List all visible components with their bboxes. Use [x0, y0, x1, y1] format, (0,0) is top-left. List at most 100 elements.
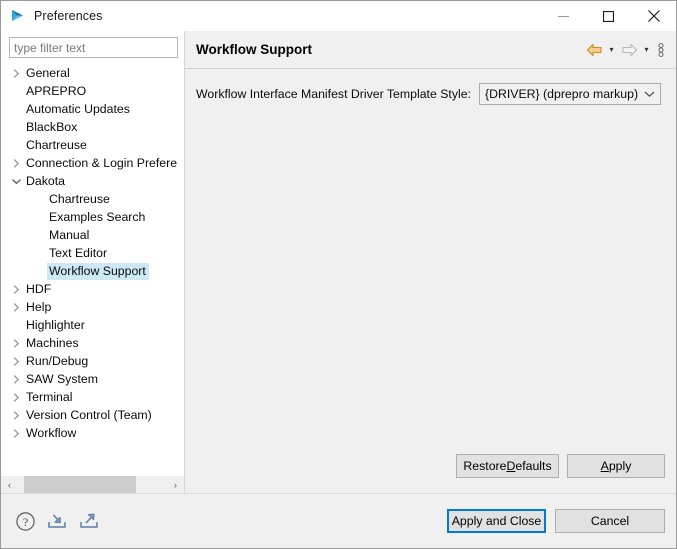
dialog-bottom-bar: ? Apply and Close Cancel [1, 493, 676, 548]
tree-item-highlighter[interactable]: Highlighter [1, 316, 184, 334]
chevron-right-icon[interactable] [8, 68, 24, 79]
title-bar: Preferences [1, 1, 676, 31]
tree-item-label: Manual [47, 227, 92, 244]
maximize-button[interactable] [586, 1, 631, 31]
preference-tree[interactable]: GeneralAPREPROAutomatic UpdatesBlackBoxC… [1, 63, 184, 475]
scroll-left-arrow-icon[interactable]: ‹ [1, 476, 18, 493]
tree-item-label: APREPRO [24, 83, 89, 100]
tree-item-machines[interactable]: Machines [1, 334, 184, 352]
chevron-right-icon[interactable] [8, 284, 24, 295]
window-controls [541, 1, 676, 31]
view-menu-icon[interactable] [654, 39, 668, 61]
tree-item-general[interactable]: General [1, 64, 184, 82]
forward-arrow-icon[interactable] [619, 39, 639, 61]
back-arrow-icon[interactable] [584, 39, 604, 61]
tree-item-label: Workflow Support [47, 263, 149, 280]
driver-template-style-field: Workflow Interface Manifest Driver Templ… [196, 83, 664, 105]
chevron-right-icon[interactable] [8, 374, 24, 385]
preference-tree-panel: GeneralAPREPROAutomatic UpdatesBlackBoxC… [1, 31, 185, 493]
minimize-button[interactable] [541, 1, 586, 31]
preference-page-panel: Workflow Support ▾ ▾ [185, 31, 676, 493]
page-header: Workflow Support ▾ ▾ [185, 31, 676, 69]
tree-item-label: Machines [24, 335, 82, 352]
apply-button[interactable]: Apply [567, 454, 665, 478]
search-input[interactable] [9, 37, 178, 58]
driver-template-style-label: Workflow Interface Manifest Driver Templ… [196, 87, 471, 101]
tree-item-chartreuse[interactable]: Chartreuse [1, 136, 184, 154]
dialog-buttons: Apply and Close Cancel [447, 509, 665, 533]
restore-defaults-button[interactable]: Restore Defaults [456, 454, 559, 478]
tree-item-aprepro[interactable]: APREPRO [1, 82, 184, 100]
tree-item-text-editor[interactable]: Text Editor [1, 244, 184, 262]
preferences-dialog: Preferences GeneralAPREPROAutomatic Upda… [0, 0, 677, 549]
restore-defaults-pre: Restore [463, 459, 506, 473]
tree-item-help[interactable]: Help [1, 298, 184, 316]
tree-item-label: Help [24, 299, 54, 316]
tree-item-version-control-team[interactable]: Version Control (Team) [1, 406, 184, 424]
dialog-body: GeneralAPREPROAutomatic UpdatesBlackBoxC… [1, 31, 676, 493]
help-icon[interactable]: ? [15, 511, 36, 532]
chevron-right-icon[interactable] [8, 428, 24, 439]
tree-item-label: Run/Debug [24, 353, 91, 370]
tree-item-blackbox[interactable]: BlackBox [1, 118, 184, 136]
restore-defaults-post: efaults [515, 459, 551, 473]
back-history-chevron-down-icon[interactable]: ▾ [605, 39, 618, 61]
tree-item-label: Dakota [24, 173, 68, 190]
tree-item-chartreuse[interactable]: Chartreuse [1, 190, 184, 208]
tree-item-label: Highlighter [24, 317, 88, 334]
tree-item-automatic-updates[interactable]: Automatic Updates [1, 100, 184, 118]
page-content: Workflow Interface Manifest Driver Templ… [185, 69, 676, 449]
svg-text:?: ? [23, 515, 28, 529]
chevron-right-icon[interactable] [8, 338, 24, 349]
chevron-right-icon[interactable] [8, 356, 24, 367]
driver-template-style-select[interactable]: {DRIVER} (dprepro markup) [479, 83, 661, 105]
tree-item-label: Version Control (Team) [24, 407, 155, 424]
page-title: Workflow Support [196, 42, 584, 57]
tree-item-terminal[interactable]: Terminal [1, 388, 184, 406]
forward-history-chevron-down-icon[interactable]: ▾ [640, 39, 653, 61]
export-icon[interactable] [78, 511, 100, 531]
tree-item-label: Connection & Login Prefere [24, 155, 180, 172]
chevron-right-icon[interactable] [8, 392, 24, 403]
tree-item-label: Chartreuse [47, 191, 113, 208]
tree-item-run-debug[interactable]: Run/Debug [1, 352, 184, 370]
tree-item-examples-search[interactable]: Examples Search [1, 208, 184, 226]
cancel-button[interactable]: Cancel [555, 509, 665, 533]
tree-horizontal-scrollbar[interactable]: ‹ › [1, 475, 184, 493]
tree-item-label: BlackBox [24, 119, 80, 136]
tree-item-label: Terminal [24, 389, 75, 406]
chevron-down-icon[interactable] [8, 177, 24, 186]
tree-item-workflow-support[interactable]: Workflow Support [1, 262, 184, 280]
tree-item-label: Chartreuse [24, 137, 90, 154]
scrollbar-track[interactable] [18, 476, 167, 493]
tree-item-hdf[interactable]: HDF [1, 280, 184, 298]
import-icon[interactable] [46, 511, 68, 531]
tree-item-label: Automatic Updates [24, 101, 133, 118]
tree-item-label: Examples Search [47, 209, 148, 226]
chevron-down-icon [640, 90, 660, 98]
scroll-right-arrow-icon[interactable]: › [167, 476, 184, 493]
tree-item-workflow[interactable]: Workflow [1, 424, 184, 442]
chevron-right-icon[interactable] [8, 410, 24, 421]
scrollbar-thumb[interactable] [24, 476, 136, 493]
chevron-right-icon[interactable] [8, 302, 24, 313]
apply-post: pply [609, 459, 632, 473]
tree-item-connection-login-prefere[interactable]: Connection & Login Prefere [1, 154, 184, 172]
tree-item-label: HDF [24, 281, 54, 298]
tree-item-label: SAW System [24, 371, 101, 388]
tree-item-label: Workflow [24, 425, 79, 442]
window-title: Preferences [34, 9, 103, 23]
apply-mnemonic: A [601, 459, 609, 473]
apply-and-close-button[interactable]: Apply and Close [447, 509, 546, 533]
tree-item-saw-system[interactable]: SAW System [1, 370, 184, 388]
filter-container [1, 31, 184, 63]
page-action-buttons: Restore Defaults Apply [185, 449, 676, 493]
tree-item-manual[interactable]: Manual [1, 226, 184, 244]
close-button[interactable] [631, 1, 676, 31]
driver-template-style-value: {DRIVER} (dprepro markup) [480, 87, 640, 101]
chevron-right-icon[interactable] [8, 158, 24, 169]
tree-item-label: General [24, 65, 73, 82]
bottom-icon-group: ? [15, 511, 447, 532]
tree-item-label: Text Editor [47, 245, 110, 262]
tree-item-dakota[interactable]: Dakota [1, 172, 184, 190]
